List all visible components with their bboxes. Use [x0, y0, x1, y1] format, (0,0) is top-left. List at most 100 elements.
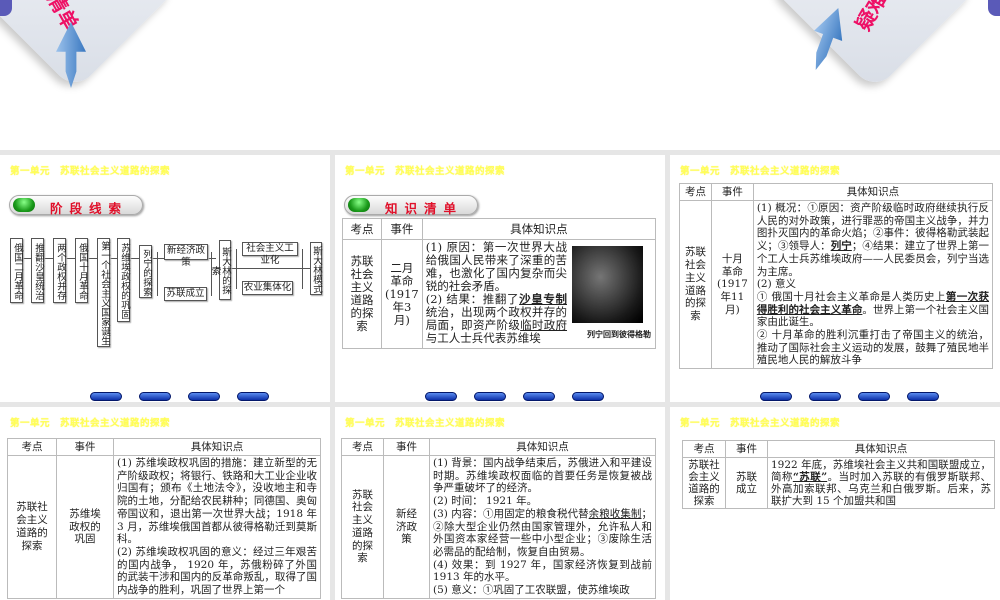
header-event: 事件: [56, 438, 114, 456]
nav-button-1[interactable]: [760, 392, 792, 401]
content-text: (1) 苏维埃政权巩固的措施：建立新型的无产阶级政权；将银行、铁路和大工业企业收…: [117, 457, 317, 546]
unit-title: 第一单元 苏联社会主义道路的探索: [10, 166, 171, 177]
content-text: (1) 背景：国内战争结束后，苏俄进入和平建设时期。苏维埃政权面临的首要任务是恢…: [433, 457, 652, 495]
emphasized-text: 余粮收集制: [588, 507, 642, 520]
unit-title: 第一单元 苏联社会主义道路的探索: [345, 166, 506, 177]
header-content: 具体知识点: [421, 218, 657, 240]
content-cell: (1) 概况：①原因：资产阶级临时政府继续执行反人民的对外政策，进行罪恶的帝国主…: [752, 199, 994, 370]
unit-title: 第一单元 苏联社会主义道路的探索: [680, 166, 841, 177]
slide-soviet-consolidation[interactable]: 第一单元 苏联社会主义道路的探索 考点 事件 具体知识点 苏联社会主义道路的探索 苏维…: [0, 407, 330, 600]
content-text: (2) 苏维埃政权巩固的意义：经过三年艰苦的国内战争， 1920 年，苏俄粉碎了…: [117, 545, 317, 597]
nav-button-1[interactable]: [90, 392, 122, 401]
event-cell: 二月革命(1917年3月): [381, 239, 423, 349]
nav-button-4[interactable]: [907, 392, 939, 401]
connector: [157, 252, 158, 296]
slide-stage-clues[interactable]: 第一单元 苏联社会主义道路的探索 阶段线索 俄国二月革命 推翻沙皇统治 两个政权…: [0, 155, 330, 402]
header-event: 事件: [725, 440, 768, 458]
slide-partial-top[interactable]: 清单 疑难: [0, 0, 1000, 150]
flow-box: 俄国二月革命: [10, 238, 23, 303]
content-cell: (1) 苏维埃政权巩固的措施：建立新型的无产阶级政权；将银行、铁路和大工业企业收…: [113, 455, 321, 599]
emphasized-text: 临时政府: [520, 318, 568, 332]
header-event: 事件: [383, 438, 430, 456]
knowledge-table: 考点 事件 具体知识点 苏联社会主义道路的探索 二月革命(1917年3月) (1) …: [342, 218, 657, 349]
right-purple-tab: [988, 0, 1000, 16]
content-text: ② 十月革命的胜利沉重打击了帝国主义的统治，推动了国际社会主义运动的发展，鼓舞了…: [756, 329, 989, 367]
banner: 知识清单: [344, 195, 478, 216]
content-text: (4) 效果：到 1927 年，国家经济恢复到战前 1913 年的水平。: [433, 558, 652, 584]
flow-box: 斯大林的探索: [210, 240, 231, 300]
flow-box: 俄国十月革命: [75, 238, 88, 303]
slide-october-revolution[interactable]: 第一单元 苏联社会主义道路的探索 考点 事件 具体知识点 苏联社会主义道路的探索 十月…: [670, 155, 1000, 402]
content-text: (2) 意义: [756, 278, 797, 291]
header-event: 事件: [711, 183, 754, 201]
emphasized-text: 列宁: [830, 240, 852, 253]
topic-cell: 苏联社会主义道路的探索: [341, 455, 384, 599]
connector: [236, 249, 237, 289]
flow-box: 苏联成立: [164, 287, 207, 301]
knowledge-table: 考点 事件 具体知识点 苏联社会主义道路的探索 苏联成立 1922 年底，苏维埃社会主义…: [682, 440, 995, 509]
header-topic: 考点: [682, 440, 726, 458]
event-cell: 苏联成立: [725, 457, 768, 509]
nav-button-4[interactable]: [237, 392, 269, 401]
header-content: 具体知识点: [752, 183, 994, 201]
knowledge-table: 考点 事件 具体知识点 苏联社会主义道路的探索 新经济政策 (1) 背景：国内战争结束后…: [341, 438, 656, 599]
nav-button-2[interactable]: [139, 392, 171, 401]
event-cell: 苏维埃政权的巩固: [56, 455, 114, 599]
knowledge-table: 考点 事件 具体知识点 苏联社会主义道路的探索 十月革命(1917年11月) (1) 概…: [679, 183, 994, 370]
content-text: (1) 原因：第一次世界大战给俄国人民带来了深重的苦难，也激化了国内复杂而尖锐的…: [425, 240, 567, 293]
event-cell: 十月革命(1917年11月): [711, 199, 754, 370]
banner-label: 知识清单: [385, 201, 464, 216]
unit-title: 第一单元 苏联社会主义道路的探索: [680, 418, 841, 429]
nav-button-1[interactable]: [425, 392, 457, 401]
flow-box: 两个政权并存: [53, 238, 66, 303]
header-content: 具体知识点: [767, 440, 995, 458]
content-cell: (1) 背景：国内战争结束后，苏俄进入和平建设时期。苏维埃政权面临的首要任务是恢…: [429, 455, 656, 599]
emphasized-text: 沙皇专制: [519, 292, 567, 306]
flow-box: 社会主义工业化: [242, 242, 298, 266]
banner-label: 阶段线索: [50, 201, 129, 216]
flow-box: 新经济政策: [164, 244, 208, 268]
nav-button-4[interactable]: [572, 392, 604, 401]
slide-ussr-founded[interactable]: 第一单元 苏联社会主义道路的探索 考点 事件 具体知识点 苏联社会主义道路的探索 苏联…: [670, 407, 1000, 600]
content-text: (2) 结果：推翻了: [425, 292, 520, 306]
banner: 阶段线索: [9, 195, 143, 216]
slide-new-economic-policy[interactable]: 第一单元 苏联社会主义道路的探索 考点 事件 具体知识点 苏联社会主义道路的探索 新经…: [335, 407, 665, 600]
topic-cell: 苏联社会主义道路的探索: [7, 455, 57, 599]
green-dot-icon: [13, 198, 35, 212]
flow-box: 推翻沙皇统治: [31, 238, 44, 303]
nav-button-3[interactable]: [523, 392, 555, 401]
header-topic: 考点: [342, 218, 382, 240]
slide-knowledge-list[interactable]: 第一单元 苏联社会主义道路的探索 知识清单 考点 事件 具体知识点 苏联社会主义道路…: [335, 155, 665, 402]
header-event: 事件: [381, 218, 423, 240]
flow-box: 列宁的探索: [139, 245, 152, 298]
nav-button-2[interactable]: [809, 392, 841, 401]
header-topic: 考点: [7, 438, 57, 456]
connector: [302, 249, 303, 289]
nav-button-3[interactable]: [188, 392, 220, 401]
content-text: (3) 内容：①用固定的粮食税代替: [433, 507, 589, 520]
flow-box: 斯大林模式: [310, 242, 322, 295]
left-decoration: [0, 0, 182, 92]
event-cell: 新经济政策: [383, 455, 430, 599]
unit-title: 第一单元 苏联社会主义道路的探索: [10, 418, 171, 429]
flow-box: 农业集体化: [242, 281, 293, 295]
nav-button-3[interactable]: [858, 392, 890, 401]
header-topic: 考点: [679, 183, 712, 201]
flow-box: 第一个社会主义国家诞生: [97, 238, 110, 347]
green-dot-icon: [348, 198, 370, 212]
content-text: (2) 时间： 1921 年。: [433, 495, 538, 508]
content-cell: 1922 年底，苏维埃社会主义共和国联盟成立，简称“苏联”。当时加入苏联的有俄罗…: [767, 457, 995, 509]
content-text: 与工人士兵代表苏维埃: [425, 331, 541, 345]
content-text: ① 俄国十月社会主义革命是人类历史上: [756, 290, 946, 303]
unit-title: 第一单元 苏联社会主义道路的探索: [345, 418, 506, 429]
content-text: (5) 意义：①巩固了工农联盟，使苏维埃政: [433, 584, 630, 597]
knowledge-table: 考点 事件 具体知识点 苏联社会主义道路的探索 苏维埃政权的巩固 (1) 苏维埃政权巩固…: [7, 438, 321, 599]
nav-button-2[interactable]: [474, 392, 506, 401]
content-cell: (1) 原因：第一次世界大战给俄国人民带来了深重的苦难，也激化了国内复杂而尖锐的…: [421, 239, 657, 349]
header-content: 具体知识点: [113, 438, 321, 456]
emphasized-text: “苏联”: [792, 471, 828, 483]
lenin-photo: [572, 246, 643, 323]
topic-cell: 苏联社会主义道路的探索: [342, 239, 382, 349]
header-topic: 考点: [341, 438, 384, 456]
flow-box: 苏维埃政权的巩固: [117, 238, 130, 322]
